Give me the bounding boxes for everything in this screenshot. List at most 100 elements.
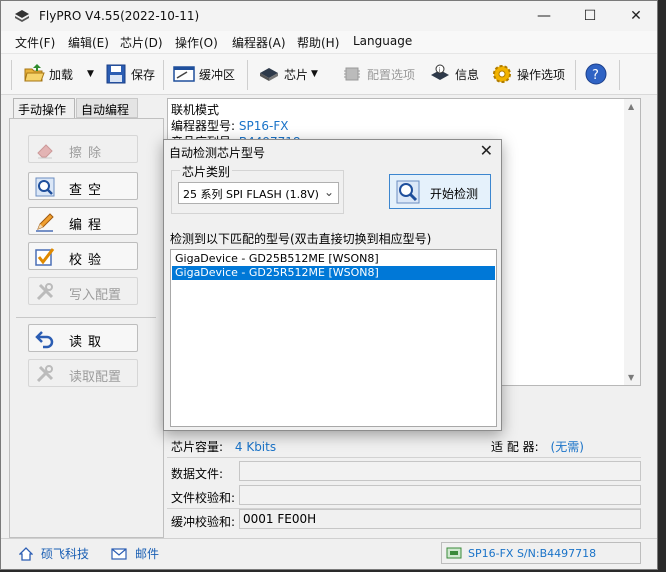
mail-icon xyxy=(111,547,127,560)
help-button[interactable]: ? xyxy=(585,60,607,88)
dialog-title: 自动检测芯片型号 xyxy=(169,146,266,160)
info-button[interactable]: i 信息 xyxy=(429,60,479,88)
detected-models-list[interactable]: GigaDevice - GD25B512ME [WSON8] GigaDevi… xyxy=(170,249,497,427)
load-label: 加载 xyxy=(49,67,74,82)
verify-label: 校验 xyxy=(69,253,108,268)
program-button[interactable]: 编程 xyxy=(28,207,138,235)
tab-auto[interactable]: 自动编程 xyxy=(76,98,138,118)
buffer-icon xyxy=(173,66,195,82)
programmer-value: SP16-FX xyxy=(238,119,289,133)
toolbar: 加载 ▼ 保存 缓冲区 芯片 ▼ 配置选项 i 信息 操作选项 ? xyxy=(1,53,657,95)
toolbar-separator xyxy=(163,60,164,90)
eraser-icon xyxy=(37,144,53,159)
close-icon[interactable]: ✕ xyxy=(480,141,493,160)
write-config-button[interactable]: 写入配置 xyxy=(28,277,138,305)
start-detect-button[interactable]: 开始检测 xyxy=(389,174,491,209)
pencil-icon xyxy=(36,213,54,232)
folder-open-icon xyxy=(24,64,45,82)
scroll-up-icon[interactable]: ▲ xyxy=(628,102,634,111)
info-chip-icon: i xyxy=(431,64,449,80)
floppy-disk-icon xyxy=(106,64,126,84)
gear-icon xyxy=(493,65,511,83)
log-scrollbar[interactable]: ▲ ▼ xyxy=(624,99,640,385)
divider xyxy=(167,457,641,458)
erase-button[interactable]: 擦除 xyxy=(28,135,138,163)
buffer-checksum-field: 0001 FE00H xyxy=(239,509,641,529)
menu-chip[interactable]: 芯片(D) xyxy=(120,34,163,51)
operation-panel: 手动操作 自动编程 擦除 查空 编程 校验 写入配置 读取 读取配置 xyxy=(9,98,164,538)
menu-file[interactable]: 文件(F) xyxy=(15,34,55,51)
save-button[interactable]: 保存 xyxy=(105,60,155,88)
auto-detect-dialog: 自动检测芯片型号 ✕ 芯片类别 25 系列 SPI FLASH (1.8V) ⌄… xyxy=(163,139,502,431)
chip-type-select[interactable]: 25 系列 SPI FLASH (1.8V) ⌄ xyxy=(178,182,339,204)
scroll-down-icon[interactable]: ▼ xyxy=(628,373,634,382)
checkbox-check-icon xyxy=(35,248,55,266)
config-chip-icon xyxy=(344,67,360,81)
blank-check-button[interactable]: 查空 xyxy=(28,172,138,200)
help-icon: ? xyxy=(585,63,607,85)
config-options-label: 配置选项 xyxy=(367,67,416,82)
maximize-button[interactable]: ☐ xyxy=(567,1,613,31)
device-status: SP16-FX S/N:B4497718 xyxy=(441,542,641,564)
config-options-button[interactable]: 配置选项 xyxy=(341,60,415,88)
verify-button[interactable]: 校验 xyxy=(28,242,138,270)
mail-link[interactable]: 邮件 xyxy=(111,545,159,562)
menu-programmer[interactable]: 编程器(A) xyxy=(232,34,286,51)
device-connected-icon xyxy=(446,547,462,559)
data-file-label: 数据文件: xyxy=(171,467,224,481)
chip-button[interactable]: 芯片 xyxy=(258,60,308,88)
start-detect-label: 开始检测 xyxy=(430,187,479,201)
company-link[interactable]: 硕飞科技 xyxy=(19,545,89,562)
list-item[interactable]: GigaDevice - GD25B512ME [WSON8] xyxy=(172,252,495,266)
divider xyxy=(16,317,156,318)
info-label: 信息 xyxy=(455,67,480,82)
op-options-label: 操作选项 xyxy=(517,67,566,82)
load-button[interactable]: 加载 xyxy=(23,60,73,88)
read-label: 读取 xyxy=(69,335,108,350)
program-label: 编程 xyxy=(69,218,108,233)
log-mode: 联机模式 xyxy=(171,103,220,117)
blank-check-label: 查空 xyxy=(69,183,108,198)
chevron-down-icon: ▼ xyxy=(87,69,94,79)
menu-help[interactable]: 帮助(H) xyxy=(297,34,339,51)
minimize-button[interactable]: — xyxy=(521,1,567,31)
toolbar-separator xyxy=(575,60,576,90)
toolbar-separator xyxy=(247,60,248,90)
read-button[interactable]: 读取 xyxy=(28,324,138,352)
adapter-value: (无需) xyxy=(550,440,584,454)
menu-bar: 文件(F) 编辑(E) 芯片(D) 操作(O) 编程器(A) 帮助(H) Lan… xyxy=(1,31,657,53)
load-dropdown[interactable]: ▼ xyxy=(87,60,94,88)
device-status-text: SP16-FX S/N:B4497718 xyxy=(468,546,597,560)
mail-label: 邮件 xyxy=(135,547,160,561)
magnifier-icon xyxy=(35,177,55,197)
manual-tab-body: 擦除 查空 编程 校验 写入配置 读取 读取配置 xyxy=(9,118,164,538)
data-file-field xyxy=(239,461,641,481)
chip-dropdown[interactable]: ▼ xyxy=(311,60,318,88)
log-programmer: 编程器型号: SP16-FX xyxy=(171,117,288,134)
close-button[interactable]: ✕ xyxy=(613,1,659,31)
save-label: 保存 xyxy=(131,67,156,82)
chip-icon xyxy=(260,68,278,81)
title-bar: FlyPRO V4.55(2022-10-11) — ☐ ✕ xyxy=(1,1,657,31)
read-config-label: 读取配置 xyxy=(69,370,122,385)
menu-edit[interactable]: 编辑(E) xyxy=(68,34,109,51)
result-label: 检测到以下匹配的型号(双击直接切换到相应型号) xyxy=(170,232,432,246)
tools-icon xyxy=(36,365,54,383)
erase-label: 擦除 xyxy=(69,146,108,161)
company-label: 硕飞科技 xyxy=(41,547,90,561)
toolbar-grip xyxy=(11,60,12,90)
undo-arrow-icon xyxy=(35,331,54,349)
tab-manual[interactable]: 手动操作 xyxy=(13,98,75,118)
buffer-button[interactable]: 缓冲区 xyxy=(173,60,235,88)
menu-operation[interactable]: 操作(O) xyxy=(175,34,218,51)
programmer-label: 编程器型号: xyxy=(171,119,236,133)
chevron-down-icon: ▼ xyxy=(311,69,318,79)
capacity-row: 芯片容量: 4 Kbits xyxy=(171,438,276,455)
capacity-label: 芯片容量: xyxy=(171,440,224,454)
menu-language[interactable]: Language xyxy=(353,34,412,48)
list-item[interactable]: GigaDevice - GD25R512ME [WSON8] xyxy=(172,266,495,280)
capacity-value: 4 Kbits xyxy=(234,440,277,454)
tools-icon xyxy=(36,283,54,301)
read-config-button[interactable]: 读取配置 xyxy=(28,359,138,387)
op-options-button[interactable]: 操作选项 xyxy=(491,60,565,88)
